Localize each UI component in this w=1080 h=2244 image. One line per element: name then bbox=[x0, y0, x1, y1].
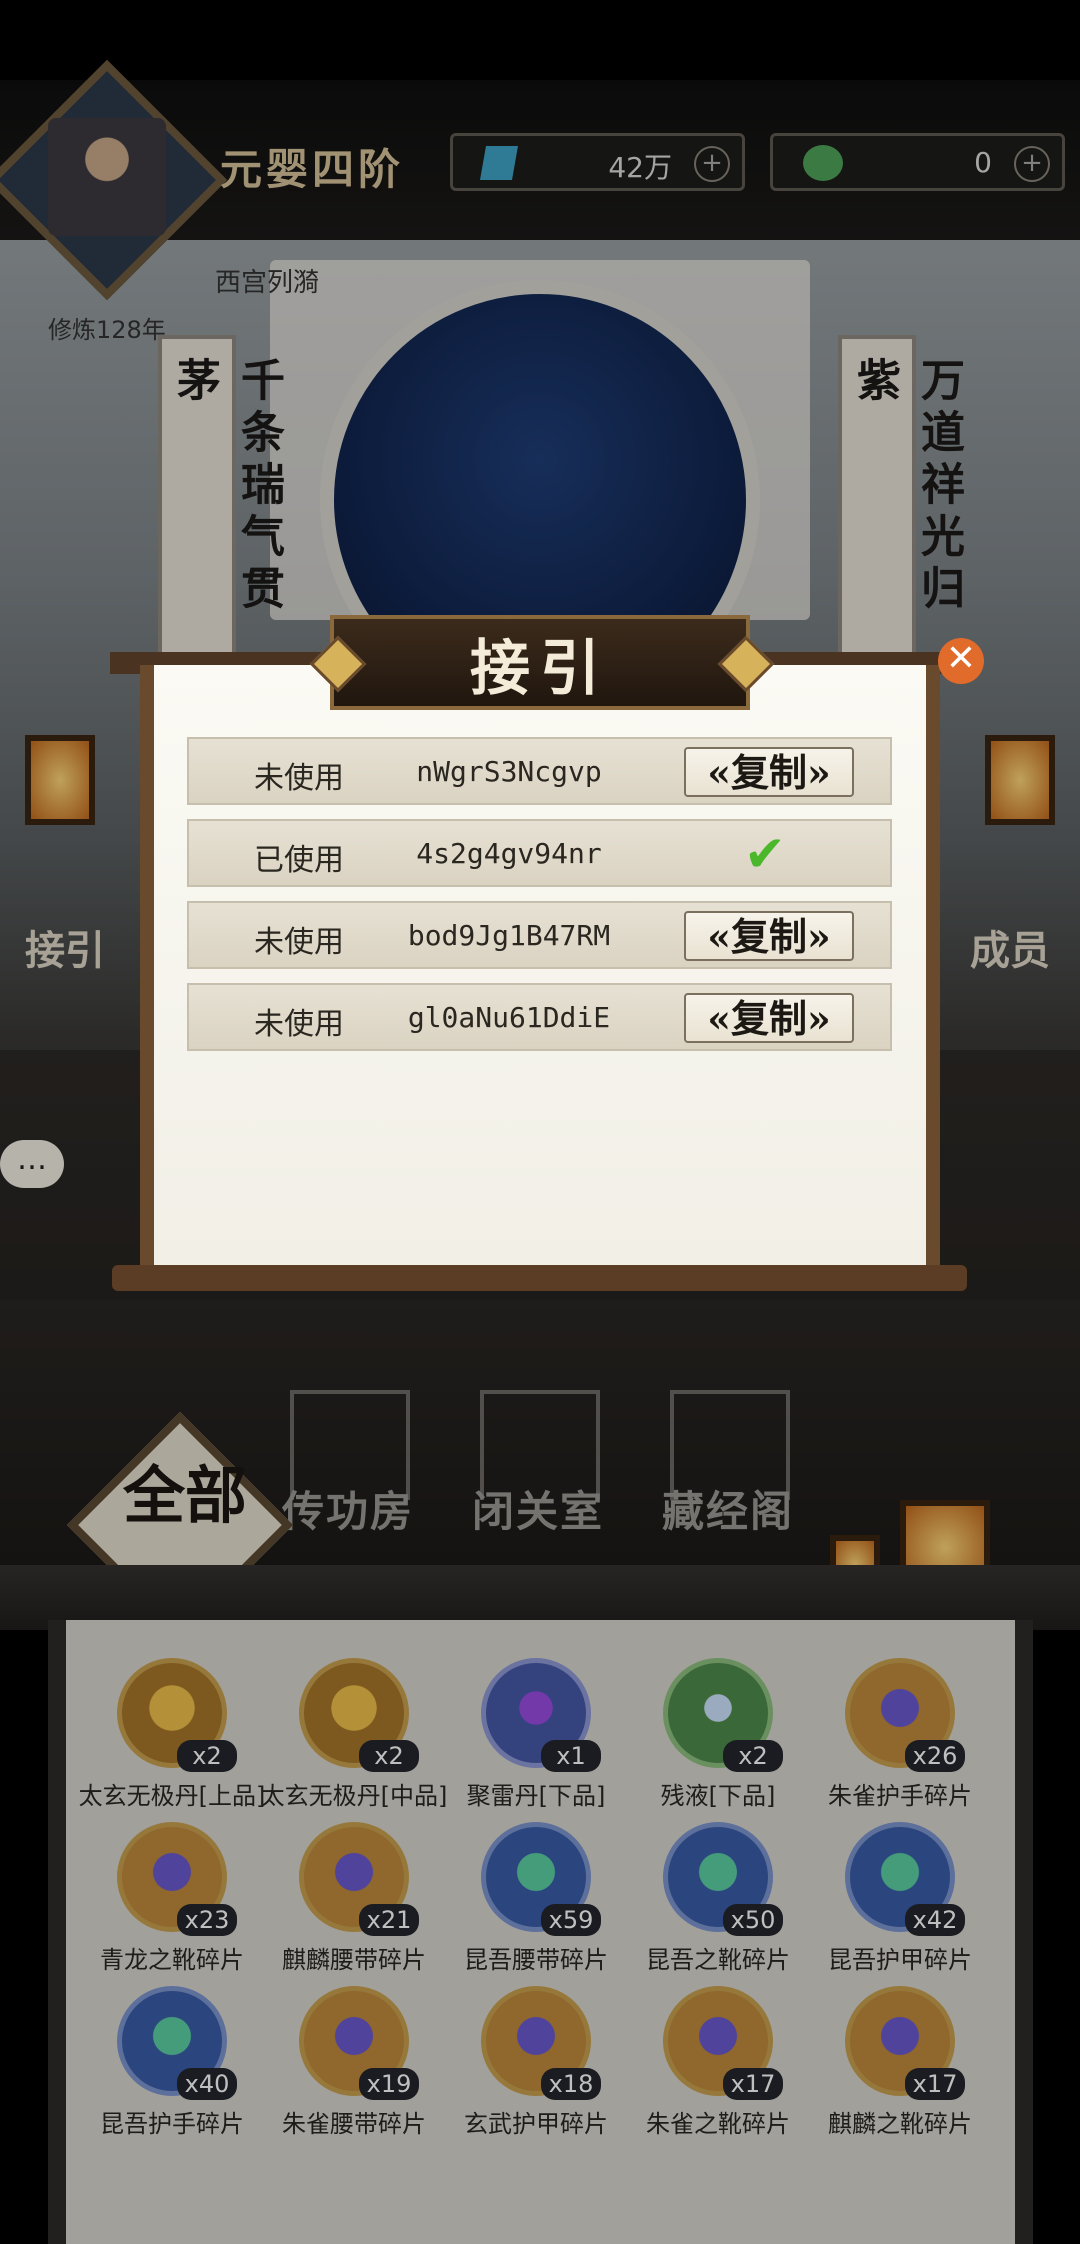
code-status: 未使用 bbox=[254, 761, 344, 796]
invite-code: 4s2g4gv94nr bbox=[416, 837, 602, 870]
scroll-rod-bottom bbox=[112, 1265, 967, 1291]
code-row: 未使用 bod9Jg1B47RM «复制» bbox=[187, 901, 892, 969]
invite-code: bod9Jg1B47RM bbox=[407, 919, 611, 952]
code-row: 已使用 4s2g4gv94nr ✔ bbox=[187, 819, 892, 887]
code-status: 已使用 bbox=[254, 843, 344, 878]
modal-title: 接引 bbox=[470, 634, 610, 704]
copy-button[interactable]: «复制» bbox=[684, 993, 854, 1043]
code-row: 未使用 gl0aNu61DdiE «复制» bbox=[187, 983, 892, 1051]
invite-code: nWgrS3Ncgvp bbox=[416, 755, 602, 788]
invite-code: gl0aNu61DdiE bbox=[407, 1001, 611, 1034]
check-icon: ✔ bbox=[744, 825, 786, 883]
close-icon[interactable]: ✕ bbox=[938, 638, 984, 684]
copy-button[interactable]: «复制» bbox=[684, 747, 854, 797]
code-status: 未使用 bbox=[254, 925, 344, 960]
copy-button[interactable]: «复制» bbox=[684, 911, 854, 961]
code-row: 未使用 nWgrS3Ncgvp «复制» bbox=[187, 737, 892, 805]
code-status: 未使用 bbox=[254, 1007, 344, 1042]
